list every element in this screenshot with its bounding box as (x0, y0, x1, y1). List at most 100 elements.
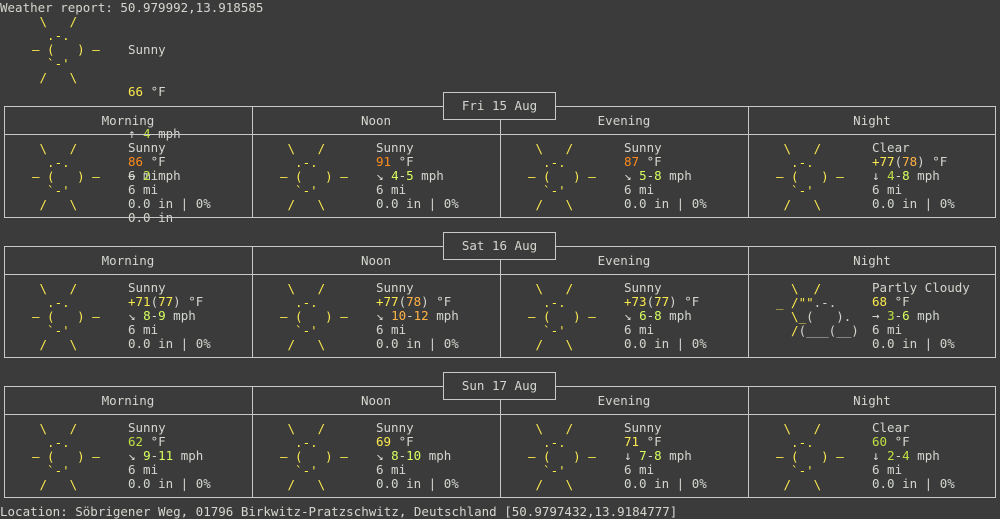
wind: ↘ 6-8 mph (624, 308, 692, 323)
sun-icon: \ / .-. ― ( ) ― `-' / \ (280, 281, 348, 352)
current-condition: Sunny (128, 42, 166, 57)
period-header-morning: Morning (101, 393, 155, 408)
visibility: 6 mi (624, 462, 655, 477)
period-header-night: Night (853, 393, 891, 408)
wind: ↘ 8-10 mph (376, 448, 452, 463)
wind-direction-icon: → (128, 168, 144, 183)
period-header-night: Night (853, 113, 891, 128)
report-title: Weather report: 50.979992,13.918585 (0, 0, 264, 15)
sun-icon: \ / .-. ― ( ) ― `-' / \ (32, 141, 100, 212)
current-temp-unit: °F (143, 84, 166, 99)
temperature: 69 °F (376, 434, 414, 449)
period-header-morning: Morning (101, 253, 155, 268)
wind-direction-icon: ↘ (624, 168, 640, 183)
wind-direction-icon: ↘ (376, 448, 392, 463)
sun-icon: \ / .-. ― ( ) ― `-' / \ (776, 141, 844, 212)
temperature: 68 °F (872, 294, 910, 309)
wind-direction-icon: ↓ (872, 448, 888, 463)
location-line: Location: Söbrigener Weg, 01796 Birkwitz… (0, 504, 678, 519)
sun-icon: \ / .-. ― ( ) ― `-' / \ (32, 421, 100, 492)
period-header-night: Night (853, 253, 891, 268)
slot-info: Sunny +73(77) °F ↘ 6-8 mph 6 mi 0.0 in | 0% (624, 281, 707, 351)
precipitation: 0.0 in | 0% (376, 336, 459, 351)
temperature: 71 °F (624, 434, 662, 449)
wind: ↓ 4-8 mph (872, 168, 940, 183)
wind-direction-icon: ↓ (624, 448, 640, 463)
temperature: 86 °F (128, 154, 166, 169)
wind: ↓ 7-8 mph (624, 448, 692, 463)
temperature: 87 °F (624, 154, 662, 169)
condition: Sunny (624, 420, 662, 435)
condition: Sunny (128, 140, 166, 155)
wind-direction-icon: ↘ (624, 308, 640, 323)
precipitation: 0.0 in | 0% (376, 196, 459, 211)
slot-info: Sunny +71(77) °F ↘ 8-9 mph 6 mi 0.0 in | 0% (128, 281, 211, 351)
wind-direction-icon: ↓ (872, 168, 888, 183)
precipitation: 0.0 in | 0% (624, 476, 707, 491)
condition: Sunny (376, 280, 414, 295)
condition: Partly Cloudy (872, 280, 970, 295)
temperature: 91 °F (376, 154, 414, 169)
wind: ↘ 9-11 mph (128, 448, 204, 463)
wind: ↓ 2-4 mph (872, 448, 940, 463)
condition: Sunny (624, 280, 662, 295)
slot-info: Sunny 69 °F ↘ 8-10 mph 6 mi 0.0 in | 0% (376, 421, 459, 491)
visibility: 6 mi (376, 182, 407, 197)
visibility: 6 mi (128, 322, 159, 337)
temperature: +77(78) °F (376, 294, 452, 309)
sun-icon: \ / .-. ― ( ) ― `-' / \ (776, 421, 844, 492)
condition: Sunny (624, 140, 662, 155)
temperature: +77(78) °F (872, 154, 948, 169)
wind: ↘ 5-8 mph (624, 168, 692, 183)
date-label: Sat 16 Aug (443, 232, 556, 260)
precipitation: 0.0 in | 0% (376, 476, 459, 491)
wind-direction-icon: ↘ (128, 448, 144, 463)
wind-direction-icon: → (872, 308, 888, 323)
sun-icon: \ / .-. ― ( ) ― `-' / \ (280, 421, 348, 492)
temperature: +73(77) °F (624, 294, 700, 309)
condition: Clear (872, 140, 910, 155)
precipitation: 0.0 in | 0% (872, 336, 955, 351)
precipitation: 0.0 in | 0% (128, 196, 211, 211)
date-label: Fri 15 Aug (443, 92, 556, 120)
condition: Sunny (376, 420, 414, 435)
visibility: 6 mi (128, 462, 159, 477)
visibility: 6 mi (376, 462, 407, 477)
visibility: 6 mi (128, 182, 159, 197)
current-temp-value: 66 (128, 84, 144, 99)
temperature: 62 °F (128, 434, 166, 449)
wind: ↘ 8-9 mph (128, 308, 196, 323)
wind: → 3-6 mph (872, 308, 940, 323)
slot-info: Sunny +77(78) °F ↘ 10-12 mph 6 mi 0.0 in | 0… (376, 281, 459, 351)
sun-icon: \ / .-. ― ( ) ― `-' / \ (32, 281, 100, 352)
sun-icon: \ / .-. ― ( ) ― `-' / \ (528, 421, 596, 492)
sun-icon: \ / .-. ― ( ) ― `-' / \ (32, 14, 100, 85)
visibility: 6 mi (624, 182, 655, 197)
slot-info: Sunny 87 °F ↘ 5-8 mph 6 mi 0.0 in | 0% (624, 141, 707, 211)
sun-icon: \ / .-. ― ( ) ― `-' / \ (528, 281, 596, 352)
slot-info: Sunny 71 °F ↓ 7-8 mph 6 mi 0.0 in | 0% (624, 421, 707, 491)
period-header-morning: Morning (101, 113, 155, 128)
slot-info: Clear +77(78) °F ↓ 4-8 mph 6 mi 0.0 in | 0% (872, 141, 955, 211)
slot-info: Partly Cloudy 68 °F → 3-6 mph 6 mi 0.0 in | … (872, 281, 970, 351)
precipitation: 0.0 in | 0% (128, 336, 211, 351)
precipitation: 0.0 in | 0% (624, 336, 707, 351)
precipitation: 0.0 in | 0% (624, 196, 707, 211)
sun-icon: \ / .-. ― ( ) ― `-' / \ (280, 141, 348, 212)
visibility: 6 mi (872, 182, 903, 197)
visibility: 6 mi (872, 322, 903, 337)
wind-direction-icon: ↘ (376, 308, 392, 323)
wind-direction-icon: ↘ (376, 168, 392, 183)
wind: → 2 mph (128, 168, 181, 183)
slot-info: Sunny 91 °F ↘ 4-5 mph 6 mi 0.0 in | 0% (376, 141, 459, 211)
precipitation: 0.0 in | 0% (128, 476, 211, 491)
date-label: Sun 17 Aug (443, 372, 556, 400)
wind: ↘ 10-12 mph (376, 308, 459, 323)
slot-info: Sunny 62 °F ↘ 9-11 mph 6 mi 0.0 in | 0% (128, 421, 211, 491)
visibility: 6 mi (376, 322, 407, 337)
sun-icon: \ / .-. ― ( ) ― `-' / \ (528, 141, 596, 212)
current-temperature: 66 °F (128, 85, 181, 99)
wind: ↘ 4-5 mph (376, 168, 444, 183)
condition: Clear (872, 420, 910, 435)
temperature: 60 °F (872, 434, 910, 449)
